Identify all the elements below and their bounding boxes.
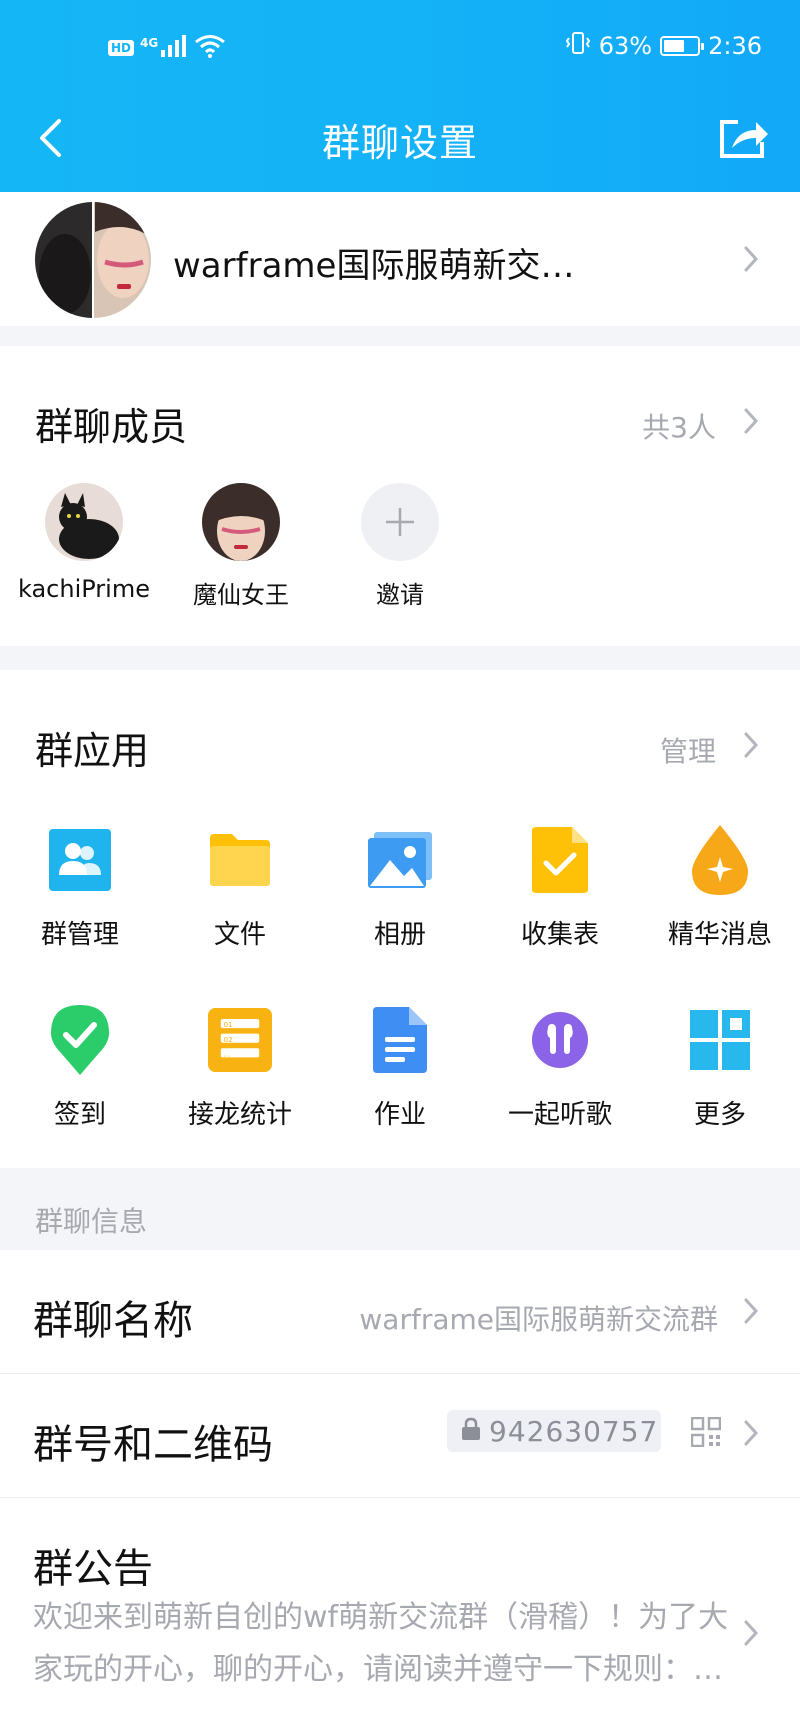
homework-icon bbox=[368, 1007, 432, 1073]
manage-link[interactable]: 管理 bbox=[660, 730, 716, 770]
page-title: 群聊设置 bbox=[321, 121, 478, 165]
app-collect-form[interactable]: 收集表 bbox=[480, 827, 640, 951]
app-group-manage[interactable]: 群管理 bbox=[0, 828, 160, 951]
group-notice-text: 欢迎来到萌新自创的wf萌新交流群（滑稽）！为了大家玩的开心，聊的开心，请阅读并遵… bbox=[33, 1600, 729, 1687]
app-label: 文件 bbox=[213, 920, 266, 950]
group-number-pill: 942630757 bbox=[447, 1410, 661, 1452]
member-name: kachiPrime bbox=[18, 575, 150, 603]
avatar bbox=[202, 483, 280, 561]
app-homework[interactable]: 作业 bbox=[320, 1007, 480, 1131]
chevron-right-icon bbox=[736, 1296, 766, 1326]
members-section: 群聊成员 共3人 kachiPrime 魔仙女王 邀请 bbox=[0, 346, 800, 646]
app-label: 一起听歌 bbox=[507, 1100, 612, 1130]
status-right: 63% 2:36 bbox=[565, 30, 762, 62]
battery-percent: 63% bbox=[598, 32, 653, 60]
app-label: 精华消息 bbox=[667, 920, 772, 950]
info-section-label: 群聊信息 bbox=[35, 1205, 148, 1238]
clock: 2:36 bbox=[708, 32, 762, 60]
group-notice-label: 群公告 bbox=[33, 1546, 153, 1592]
group-notice-row[interactable]: 群公告 欢迎来到萌新自创的wf萌新交流群（滑稽）！为了大家玩的开心，聊的开心，请… bbox=[0, 1498, 800, 1733]
svg-text:02: 02 bbox=[224, 1035, 233, 1044]
apps-title: 群应用 bbox=[35, 729, 150, 773]
invite-button[interactable]: 邀请 bbox=[325, 483, 475, 610]
app-label: 群管理 bbox=[40, 920, 119, 950]
group-manage-icon bbox=[48, 828, 112, 892]
plus-icon bbox=[361, 483, 439, 561]
essence-icon bbox=[688, 825, 752, 895]
album-icon bbox=[368, 828, 432, 892]
group-number-row[interactable]: 群号和二维码 942630757 bbox=[0, 1374, 800, 1498]
app-label: 收集表 bbox=[520, 920, 599, 950]
chevron-right-icon bbox=[736, 1418, 766, 1448]
chevron-right-icon[interactable] bbox=[736, 406, 766, 436]
svg-text:...: ... bbox=[224, 1049, 231, 1058]
network-type: 4G bbox=[140, 36, 159, 50]
app-check-in[interactable]: 签到 bbox=[0, 1005, 160, 1131]
group-name-value: warframe国际服萌新交流群 bbox=[359, 1303, 718, 1336]
status-bar: HD 4G 63% 2:36 bbox=[0, 30, 800, 70]
battery-level bbox=[664, 40, 685, 52]
group-name-label: 群聊名称 bbox=[33, 1298, 193, 1344]
apps-section: 群应用 管理 群管理 文件 相册 收集表 精华消息 签到 01 02 ... 接… bbox=[0, 670, 800, 1168]
app-essence[interactable]: 精华消息 bbox=[640, 825, 800, 951]
share-button[interactable] bbox=[714, 108, 774, 168]
app-label: 更多 bbox=[693, 1100, 746, 1130]
check-in-icon bbox=[48, 1005, 112, 1075]
hd-badge: HD bbox=[108, 40, 135, 56]
group-name: warframe国际服萌新交… bbox=[173, 246, 575, 286]
member-count[interactable]: 共3人 bbox=[642, 406, 716, 446]
app-relay[interactable]: 01 02 ... 接龙统计 bbox=[160, 1008, 320, 1131]
app-album[interactable]: 相册 bbox=[320, 828, 480, 951]
member-kachiprime[interactable]: kachiPrime bbox=[9, 483, 159, 603]
collect-form-icon bbox=[528, 827, 592, 893]
folder-icon bbox=[208, 828, 272, 892]
member-name: 魔仙女王 bbox=[193, 581, 289, 609]
share-icon bbox=[720, 120, 768, 158]
group-card[interactable]: warframe国际服萌新交… bbox=[0, 192, 800, 326]
battery-icon bbox=[660, 36, 705, 56]
invite-label: 邀请 bbox=[376, 581, 424, 609]
chevron-right-icon bbox=[736, 1618, 766, 1648]
group-avatar bbox=[35, 202, 151, 318]
chevron-right-icon bbox=[736, 244, 766, 274]
vibrate-icon bbox=[565, 30, 591, 62]
group-number-value: 942630757 bbox=[489, 1414, 659, 1448]
avatar bbox=[45, 483, 123, 561]
info-list: 群聊名称 warframe国际服萌新交流群 群号和二维码 942630757 群… bbox=[0, 1250, 800, 1733]
app-label: 接龙统计 bbox=[187, 1100, 292, 1130]
chevron-right-icon[interactable] bbox=[736, 730, 766, 760]
svg-text:01: 01 bbox=[224, 1020, 233, 1029]
status-left: HD 4G bbox=[108, 34, 226, 62]
qr-code-icon[interactable] bbox=[690, 1416, 722, 1448]
top-bar: HD 4G 63% 2:36 群聊设置 bbox=[0, 0, 800, 192]
app-files[interactable]: 文件 bbox=[160, 828, 320, 951]
wifi-icon bbox=[194, 34, 226, 62]
earphones-icon bbox=[528, 1008, 592, 1072]
lock-icon bbox=[461, 1415, 481, 1448]
group-number-label: 群号和二维码 bbox=[33, 1422, 273, 1468]
member-moxian-nvwang[interactable]: 魔仙女王 bbox=[166, 483, 316, 610]
members-title: 群聊成员 bbox=[35, 405, 188, 449]
app-listen-together[interactable]: 一起听歌 bbox=[480, 1008, 640, 1131]
app-more[interactable]: 更多 bbox=[640, 1008, 800, 1131]
app-label: 作业 bbox=[373, 1100, 426, 1130]
app-label: 签到 bbox=[53, 1100, 106, 1130]
group-name-row[interactable]: 群聊名称 warframe国际服萌新交流群 bbox=[0, 1250, 800, 1374]
app-label: 相册 bbox=[373, 920, 426, 950]
relay-list-icon: 01 02 ... bbox=[208, 1008, 272, 1072]
signal-icon bbox=[160, 34, 188, 62]
grid-more-icon bbox=[688, 1008, 752, 1072]
